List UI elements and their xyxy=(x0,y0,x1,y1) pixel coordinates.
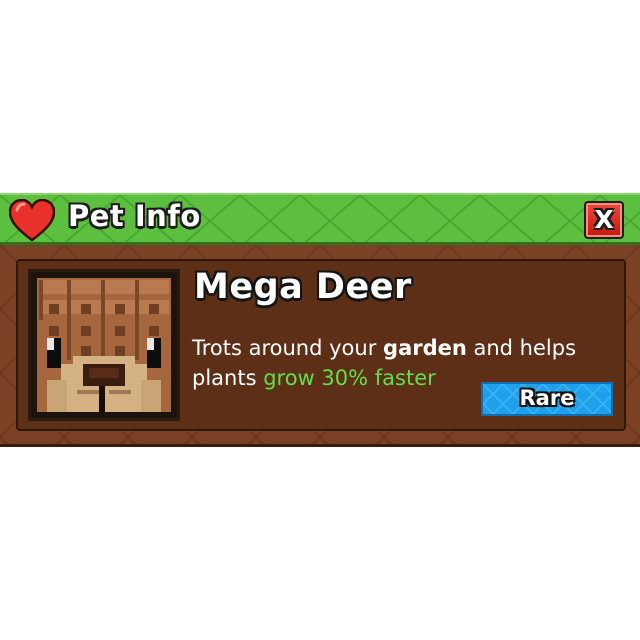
heart-icon xyxy=(9,199,55,242)
panel-header: Pet Info X xyxy=(0,193,640,245)
pet-info-panel: Pet Info X Mega Deer Trots around your g… xyxy=(0,193,640,447)
rarity-label: Rare xyxy=(519,386,575,410)
pet-name: Mega Deer xyxy=(194,267,412,307)
description-text-1: Trots around your xyxy=(192,336,384,360)
screen: Pet Info X Mega Deer Trots around your g… xyxy=(0,0,640,640)
description-highlight: garden xyxy=(383,336,467,360)
rarity-badge: Rare xyxy=(481,382,613,416)
close-button[interactable]: X xyxy=(584,201,624,239)
close-icon: X xyxy=(594,205,614,234)
deer-face-icon xyxy=(37,278,171,412)
panel-body: Mega Deer Trots around your garden and h… xyxy=(0,245,640,447)
pet-details-card: Mega Deer Trots around your garden and h… xyxy=(16,259,626,431)
description-effect: grow 30% faster xyxy=(263,366,436,390)
pet-portrait xyxy=(28,269,180,421)
panel-title: Pet Info xyxy=(68,199,201,233)
